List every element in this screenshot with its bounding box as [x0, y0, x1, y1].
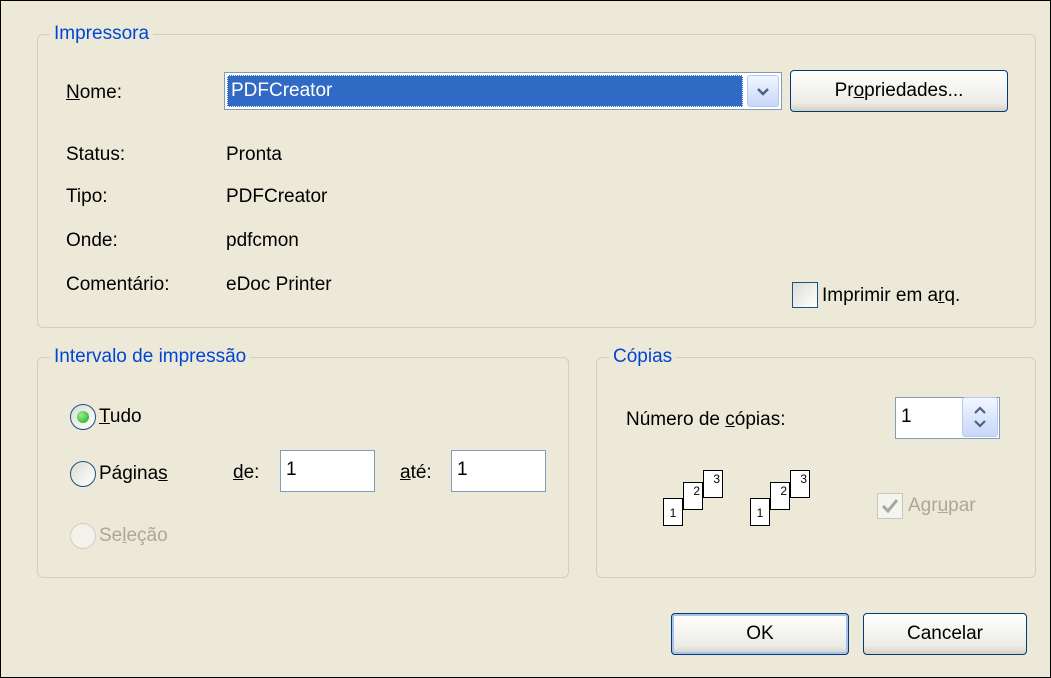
copies-group: Cópias	[596, 345, 1036, 578]
from-page-input[interactable]: 1	[280, 450, 375, 492]
print-to-file-label[interactable]: Imprimir em arq.	[822, 284, 960, 308]
comment-value: eDoc Printer	[226, 274, 332, 295]
spin-up-down-icon	[974, 406, 986, 428]
page-sheet: 3	[703, 470, 723, 498]
collate-label[interactable]: Agrupar	[908, 494, 976, 518]
page-sheet: 3	[790, 470, 810, 498]
page-sheet: 1	[750, 498, 770, 526]
range-all-label[interactable]: Tudo	[99, 405, 142, 429]
range-pages-label[interactable]: Páginas	[99, 462, 168, 486]
copies-count-label: Número de cópias:	[626, 409, 786, 430]
copies-spinner[interactable]	[962, 397, 998, 437]
where-label: Onde:	[66, 230, 118, 251]
range-all-radio[interactable]	[70, 404, 96, 430]
status-value: Pronta	[226, 144, 282, 165]
printer-name-select[interactable]: PDFCreator	[224, 72, 782, 110]
copies-group-title: Cópias	[609, 345, 677, 369]
print-range-group-title: Intervalo de impressão	[50, 345, 251, 369]
collate-pages-icon: 3 2 1	[748, 470, 828, 540]
properties-button[interactable]: Propriedades...	[790, 70, 1008, 112]
printer-name-value: PDFCreator	[227, 75, 743, 107]
dropdown-arrow-button[interactable]	[747, 75, 779, 107]
cancel-button[interactable]: Cancelar	[863, 613, 1027, 655]
collate-pages-icon: 3 2 1	[661, 470, 741, 540]
range-pages-radio[interactable]	[70, 461, 96, 487]
chevron-down-icon	[757, 88, 769, 96]
type-value: PDFCreator	[226, 186, 328, 207]
to-label: até:	[400, 462, 432, 483]
comment-label: Comentário:	[66, 274, 170, 295]
page-sheet: 1	[663, 498, 683, 526]
collate-checkbox[interactable]	[877, 493, 903, 519]
print-to-file-checkbox[interactable]	[792, 282, 818, 308]
radio-selected-dot	[77, 411, 89, 423]
range-selection-radio[interactable]	[70, 523, 96, 549]
page-sheet: 2	[683, 482, 703, 510]
checkmark-icon	[881, 499, 899, 514]
to-page-input[interactable]: 1	[451, 450, 546, 492]
from-label: de:	[233, 462, 260, 483]
status-label: Status:	[66, 144, 126, 165]
page-sheet: 2	[770, 482, 790, 510]
printer-name-label: Nome:	[66, 82, 122, 103]
where-value: pdfcmon	[226, 230, 299, 251]
ok-button[interactable]: OK	[671, 613, 849, 655]
type-label: Tipo:	[66, 186, 108, 207]
printer-group-title: Impressora	[50, 22, 154, 46]
range-selection-label[interactable]: Seleção	[99, 524, 168, 548]
